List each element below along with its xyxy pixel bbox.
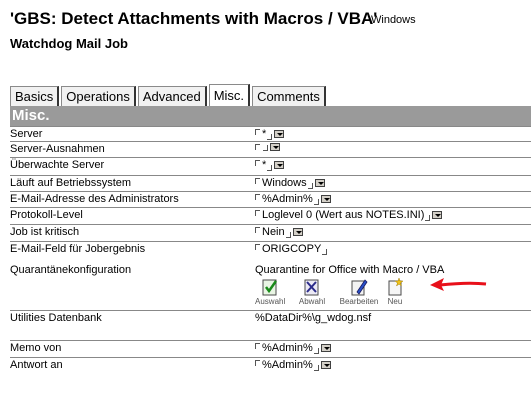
field-open-bracket [255,178,260,184]
dropdown-button[interactable] [320,361,331,369]
tab-advanced[interactable]: Advanced [137,86,207,106]
platform-label: Windows [371,14,416,26]
field-close-bracket [285,232,291,238]
field-label: Memo von [10,342,62,354]
field-label: Server-Ausnahmen [10,143,105,155]
field-row-memo-from: Memo von %Admin% [10,340,531,358]
field-value: Nein [262,226,285,238]
dropdown-button[interactable] [274,161,285,169]
field-label: Überwachte Server [10,159,105,171]
quarantine-button-bar: Auswahl Abwahl Bearbeiten Neu [255,277,415,313]
field-open-bracket [255,144,260,150]
log-level-field[interactable]: Loglevel 0 (Wert aus NOTES.INI) [255,209,443,221]
field-value: %Admin% [262,359,313,371]
field-label: Job ist kritisch [10,226,80,238]
field-open-bracket [255,129,260,135]
field-value: * [262,128,267,140]
field-value: %Admin% [262,342,313,354]
field-close-bracket [425,215,431,221]
field-value: %Admin% [262,193,313,205]
critical-field[interactable]: Nein [255,226,303,238]
deselect-icon [304,279,319,296]
tab-comments[interactable]: Comments [252,86,326,106]
edit-icon [351,279,368,296]
dropdown-button[interactable] [270,143,280,151]
deselect-button-label: Abwahl [298,297,326,306]
page-subtitle: Watchdog Mail Job [10,36,128,51]
field-row-utilities-db: Utilities Datenbank %DataDir%\g_wdog.nsf [10,310,531,341]
dropdown-button[interactable] [274,130,285,138]
field-open-bracket [255,360,260,366]
dropdown-button[interactable] [432,211,443,219]
server-field[interactable]: * [255,128,285,140]
result-field-input[interactable]: ORIGCOPY [255,243,328,255]
new-button[interactable]: Neu [383,277,407,306]
dropdown-button[interactable] [292,228,303,236]
field-row-result-field: E-Mail-Feld für Jobergebnis ORIGCOPY [10,241,531,262]
field-row-reply-to: Antwort an %Admin% [10,357,531,398]
field-row-log-level: Protokoll-Level Loglevel 0 (Wert aus NOT… [10,207,531,225]
field-row-admin-email: E-Mail-Adresse des Administrators %Admin… [10,191,531,208]
tab-bar: Basics Operations Advanced Misc. Comment… [10,84,328,106]
select-button-label: Auswahl [255,297,286,306]
tab-operations[interactable]: Operations [61,86,136,106]
edit-button-label: Bearbeiten [339,297,379,306]
dropdown-button[interactable] [314,179,325,187]
field-open-bracket [255,227,260,233]
dropdown-button[interactable] [320,344,331,352]
field-label: Utilities Datenbank [10,312,102,324]
field-value: Windows [262,177,307,189]
select-button[interactable]: Auswahl [255,277,285,306]
server-exceptions-field[interactable] [255,143,280,151]
field-label: Antwort an [10,359,63,371]
edit-button[interactable]: Bearbeiten [337,277,381,306]
tab-basics[interactable]: Basics [10,86,60,106]
field-close-bracket [322,249,328,255]
os-field[interactable]: Windows [255,177,325,189]
field-close-bracket [263,145,268,151]
red-arrow-icon [430,278,487,291]
deselect-button[interactable]: Abwahl [297,277,327,306]
field-close-bracket [313,348,319,354]
new-button-label: Neu [387,297,403,306]
utilities-db-value: %DataDir%\g_wdog.nsf [255,312,372,324]
tab-misc[interactable]: Misc. [208,84,251,106]
field-open-bracket [255,210,260,216]
quarantine-value: Quarantine for Office with Macro / VBA [255,264,445,276]
field-close-bracket [267,165,273,171]
monitored-servers-field[interactable]: * [255,159,285,171]
field-close-bracket [313,199,319,205]
section-header: Misc. [10,106,531,126]
field-label: E-Mail-Feld für Jobergebnis [10,243,146,255]
field-label: Protokoll-Level [10,209,83,221]
field-close-bracket [307,183,313,189]
field-row-monitored-servers: Überwachte Server * [10,157,531,176]
field-row-critical: Job ist kritisch Nein [10,224,531,242]
field-open-bracket [255,343,260,349]
memo-from-field[interactable]: %Admin% [255,342,331,354]
field-close-bracket [313,365,319,371]
field-open-bracket [255,194,260,200]
field-label: Quarantänekonfiguration [10,264,132,276]
reply-to-field[interactable]: %Admin% [255,359,331,371]
field-label: Läuft auf Betriebssystem [10,177,132,189]
field-open-bracket [255,244,260,250]
field-row-os: Läuft auf Betriebssystem Windows [10,175,531,192]
field-row-server: Server * [10,126,531,142]
field-label: E-Mail-Adresse des Administrators [10,193,179,205]
field-open-bracket [255,160,260,166]
select-icon [262,279,278,296]
field-label: Server [10,128,43,140]
admin-email-field[interactable]: %Admin% [255,193,331,205]
field-row-server-exceptions: Server-Ausnahmen [10,141,531,158]
dropdown-button[interactable] [320,195,331,203]
page-title: 'GBS: Detect Attachments with Macros / V… [10,9,378,28]
field-value: Loglevel 0 (Wert aus NOTES.INI) [262,209,425,221]
field-value: ORIGCOPY [262,243,322,255]
field-close-bracket [267,134,273,140]
field-value: * [262,159,267,171]
new-document-icon [388,277,404,296]
